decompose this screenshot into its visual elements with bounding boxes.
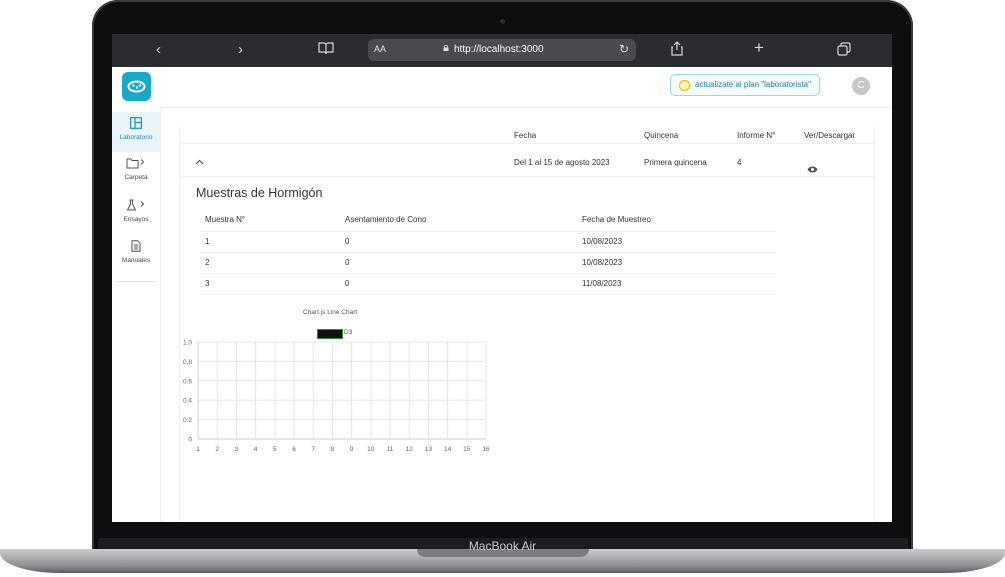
sidebar-item-label: Laboratorio — [119, 134, 153, 141]
sidebar-item-ensayos[interactable]: Ensayos — [112, 199, 160, 223]
report-informe: 4 — [737, 158, 742, 167]
col-header-muestra: Muestra N° — [205, 215, 246, 224]
reload-icon[interactable]: ↻ — [619, 42, 629, 56]
table-cell: 10/08/2023 — [582, 237, 623, 246]
x-tick-label: 9 — [350, 446, 354, 453]
y-tick-label: 0.6 — [183, 378, 192, 385]
col-header-informe: Informe N° — [737, 131, 776, 140]
x-tick-label: 7 — [311, 446, 315, 453]
smile-icon — [679, 80, 690, 91]
x-tick-label: 15 — [463, 446, 471, 453]
camera — [500, 19, 505, 24]
lock-icon — [443, 45, 449, 51]
main-content: Fecha Quincena Informe N° Ver/Descargar … — [179, 127, 875, 522]
upgrade-plan-button[interactable]: actualizate al plan "laboratorista" — [670, 74, 820, 96]
tabs-icon[interactable] — [837, 42, 851, 61]
sidebar-divider — [116, 281, 156, 282]
col-header-asentamiento: Asentamiento de Cono — [345, 215, 427, 224]
col-header-fecha-muestreo: Fecha de Muestreo — [582, 215, 651, 224]
url-text: http://localhost:3000 — [454, 44, 544, 55]
report-quincena: Primera quincena — [644, 158, 707, 167]
legend-label: D3 — [344, 329, 353, 336]
report-fecha: Del 1 al 15 de agosto 2023 — [514, 158, 610, 167]
chart-title: Chart.js Line Chart — [303, 309, 358, 316]
x-tick-label: 14 — [444, 446, 452, 453]
x-tick-label: 4 — [254, 446, 258, 453]
collapse-icon[interactable] — [195, 157, 204, 167]
x-tick-label: 16 — [482, 446, 490, 453]
flask-icon — [112, 199, 160, 215]
forward-icon[interactable]: › — [238, 41, 243, 59]
app-logo[interactable] — [122, 72, 151, 101]
line-chart: 00.20.40.60.81.01 2 3 4 5 6 7 8 9 10 11 12 13 14 15 16 — [183, 340, 490, 454]
x-tick-label: 5 — [273, 446, 277, 453]
table-cell: 2 — [205, 258, 210, 267]
table-cell: 10/08/2023 — [582, 258, 623, 267]
new-tab-icon[interactable]: + — [754, 39, 764, 57]
folder-icon — [112, 157, 160, 173]
col-header-quincena: Quincena — [644, 131, 679, 140]
col-header-ver-descargar: Ver/Descargar — [804, 131, 856, 140]
y-tick-label: 0.4 — [183, 398, 192, 405]
layout-icon — [112, 117, 160, 133]
col-header-fecha: Fecha — [514, 131, 537, 140]
app-topbar: actualizate al plan "laboratorista" C — [160, 67, 892, 108]
section-title: Muestras de Hormigón — [196, 186, 323, 200]
x-tick-label: 3 — [235, 446, 239, 453]
x-tick-label: 8 — [331, 446, 335, 453]
sidebar: Laboratorio Carpeta Ensayos Manuales — [112, 67, 161, 522]
x-tick-label: 13 — [425, 446, 433, 453]
table-cell: 1 — [205, 237, 210, 246]
table-cell: 0 — [345, 279, 350, 288]
divider — [180, 176, 874, 177]
x-tick-label: 2 — [215, 446, 219, 453]
divider — [200, 294, 776, 295]
table-cell: 0 — [345, 237, 350, 246]
divider — [200, 252, 776, 253]
sidebar-item-label: Ensayos — [123, 216, 149, 223]
back-icon[interactable]: ‹ — [156, 41, 161, 59]
y-tick-label: 0.8 — [183, 359, 192, 366]
sidebar-item-laboratorio[interactable]: Laboratorio — [112, 112, 160, 152]
y-tick-label: 0.2 — [183, 417, 192, 424]
bookmarks-icon[interactable] — [318, 42, 334, 60]
table-cell: 0 — [345, 258, 350, 267]
x-tick-label: 10 — [367, 446, 375, 453]
browser-toolbar: ‹ › AA http://localhost:3000 ↻ + — [112, 34, 892, 67]
divider — [200, 273, 776, 274]
sidebar-item-label: Manuales — [121, 257, 151, 264]
sidebar-item-carpeta[interactable]: Carpeta — [112, 157, 160, 181]
y-tick-label: 1.0 — [183, 340, 192, 347]
avatar[interactable]: C — [852, 77, 870, 95]
sidebar-item-manuales[interactable]: Manuales — [112, 240, 160, 264]
x-tick-label: 6 — [292, 446, 296, 453]
sidebar-item-label: Carpeta — [124, 174, 148, 181]
device-label: MacBook Air — [468, 539, 537, 553]
divider — [180, 143, 874, 144]
share-icon[interactable] — [671, 41, 683, 61]
x-tick-label: 11 — [387, 446, 394, 453]
table-cell: 3 — [205, 279, 210, 288]
screen: ‹ › AA http://localhost:3000 ↻ + Laborat… — [112, 34, 892, 522]
y-tick-label: 0 — [188, 437, 192, 444]
address-bar[interactable]: AA http://localhost:3000 ↻ — [368, 39, 636, 61]
table-cell: 11/08/2023 — [582, 279, 622, 288]
document-icon — [112, 240, 160, 256]
x-tick-label: 1 — [196, 446, 200, 453]
divider — [200, 231, 776, 232]
text-size-button[interactable]: AA — [374, 44, 386, 54]
upgrade-plan-label: actualizate al plan "laboratorista" — [695, 80, 811, 89]
x-tick-label: 12 — [406, 446, 414, 453]
